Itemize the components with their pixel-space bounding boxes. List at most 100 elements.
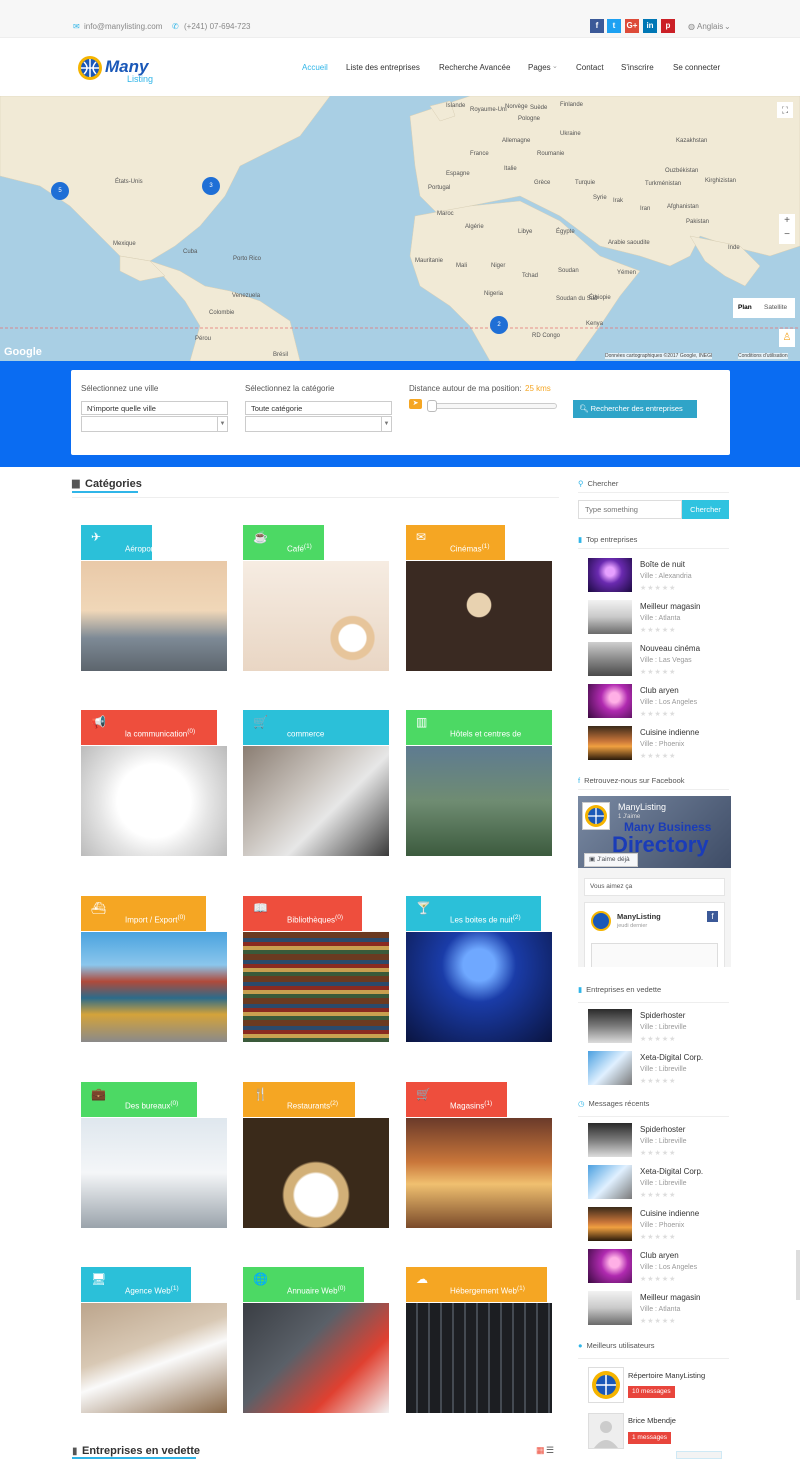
business-name[interactable]: Cuisine indienne (640, 1209, 699, 1218)
grid-view-icon[interactable]: ▦ (536, 1445, 545, 1456)
business-name[interactable]: Club aryen (640, 1251, 679, 1260)
category-tab[interactable]: 📢 la communication(0) (81, 710, 217, 745)
facebook-icon[interactable]: f (590, 19, 604, 33)
category-image[interactable] (406, 1303, 552, 1413)
category-image[interactable] (406, 561, 552, 671)
search-businesses-button[interactable]: 🔍︎ Rechercher des entreprises (573, 400, 697, 418)
map-type-satellite[interactable]: Satellite (764, 298, 787, 318)
category-image[interactable] (406, 746, 552, 856)
category-tab[interactable]: 🌐 Annuaire Web(0) (243, 1267, 364, 1302)
business-name[interactable]: Meilleur magasin (640, 602, 700, 611)
category-card[interactable]: 🖥 Agence Web(1) (81, 1267, 227, 1413)
business-name[interactable]: Boîte de nuit (640, 560, 685, 569)
business-item[interactable]: Meilleur magasin Ville : Atlanta ★★★★★ (588, 1291, 729, 1329)
category-image[interactable] (81, 932, 227, 1042)
business-item[interactable]: Club aryen Ville : Los Angeles ★★★★★ (588, 1249, 729, 1287)
map[interactable]: Islande Royaume-Uni Norvège Suède Finlan… (0, 96, 800, 361)
category-select[interactable]: Toute catégorie (245, 401, 392, 415)
category-image[interactable] (81, 746, 227, 856)
business-name[interactable]: Meilleur magasin (640, 1293, 700, 1302)
linkedin-icon[interactable]: in (643, 19, 657, 33)
nav-login[interactable]: Se connecter (673, 63, 720, 72)
business-item[interactable]: Club aryen Ville : Los Angeles ★★★★★ (588, 684, 729, 722)
category-image[interactable] (243, 1118, 389, 1228)
category-tab[interactable]: ☕ Café(1) (243, 525, 324, 560)
category-card[interactable]: ⛴ Import / Export(0) (81, 896, 227, 1042)
category-image[interactable] (406, 932, 552, 1042)
category-image[interactable] (81, 561, 227, 671)
category-card[interactable]: 🛒 Magasins(1) (406, 1082, 552, 1228)
category-card[interactable]: 🍴 Restaurants(2) (243, 1082, 389, 1228)
business-thumbnail[interactable] (588, 684, 632, 718)
category-image[interactable] (243, 1303, 389, 1413)
category-card[interactable]: 🛒 commerce (243, 710, 389, 856)
business-thumbnail[interactable] (588, 1009, 632, 1043)
business-item[interactable]: Cuisine indienne Ville : Phoenix ★★★★★ (588, 726, 729, 764)
category-image[interactable] (243, 932, 389, 1042)
category-image[interactable] (406, 1118, 552, 1228)
twitter-icon[interactable]: t (607, 19, 621, 33)
category-card[interactable]: 💼 Des bureaux(0) (81, 1082, 227, 1228)
fullscreen-icon[interactable]: ⛶ (777, 102, 793, 118)
city-select-dropdown[interactable]: ▼ (81, 416, 228, 432)
business-item[interactable]: Cuisine indienne Ville : Phoenix ★★★★★ (588, 1207, 729, 1245)
sidebar-search-input[interactable] (578, 500, 682, 519)
category-tab[interactable]: ⛴ Import / Export(0) (81, 896, 206, 931)
category-image[interactable] (243, 561, 389, 671)
distance-slider[interactable] (427, 400, 557, 412)
zoom-control[interactable]: + − (779, 214, 795, 244)
business-item[interactable]: Boîte de nuit Ville : Alexandria ★★★★★ (588, 558, 729, 596)
category-card[interactable]: ▥ Hôtels et centres de (406, 710, 552, 856)
nav-pages[interactable]: Pages (528, 63, 551, 72)
nav-contact[interactable]: Contact (576, 63, 604, 72)
category-tab[interactable]: ☁ Hébergement Web(1) (406, 1267, 547, 1302)
fb-like-button[interactable]: ▣ J'aime déjà (584, 853, 638, 867)
business-thumbnail[interactable] (588, 1051, 632, 1085)
user-name[interactable]: Brice Mbendje (628, 1416, 676, 1425)
map-cluster[interactable]: 3 (202, 177, 220, 195)
category-image[interactable] (81, 1303, 227, 1413)
business-thumbnail[interactable] (588, 1249, 632, 1283)
language-select[interactable]: Anglais (697, 22, 723, 31)
business-thumbnail[interactable] (588, 1123, 632, 1157)
google-plus-icon[interactable]: G+ (625, 19, 639, 33)
category-select-dropdown[interactable]: ▼ (245, 416, 392, 432)
facebook-widget[interactable]: ManyListing 1 J'aime Many Business Direc… (578, 796, 731, 967)
business-item[interactable]: Nouveau cinéma Ville : Las Vegas ★★★★★ (588, 642, 729, 680)
category-card[interactable]: 🍸 Les boites de nuit(2) (406, 896, 552, 1042)
category-tab[interactable]: 🍴 Restaurants(2) (243, 1082, 355, 1117)
business-item[interactable]: Meilleur magasin Ville : Atlanta ★★★★★ (588, 600, 729, 638)
business-thumbnail[interactable] (588, 642, 632, 676)
category-card[interactable]: 🌐 Annuaire Web(0) (243, 1267, 389, 1413)
nav-business-list[interactable]: Liste des entreprises (346, 63, 420, 72)
category-tab[interactable]: 💼 Des bureaux(0) (81, 1082, 197, 1117)
category-card[interactable]: ☁ Hébergement Web(1) (406, 1267, 552, 1413)
city-select[interactable]: N'importe quelle ville (81, 401, 228, 415)
category-card[interactable]: ✈ Aéroport(1) (81, 525, 227, 671)
business-thumbnail[interactable] (588, 558, 632, 592)
map-cluster[interactable]: 5 (51, 182, 69, 200)
category-tab[interactable]: 🛒 commerce (243, 710, 389, 745)
sidebar-search-button[interactable]: Chercher (682, 500, 729, 519)
category-tab[interactable]: 🖥 Agence Web(1) (81, 1267, 191, 1302)
slider-handle[interactable] (427, 400, 437, 412)
business-name[interactable]: Xeta-Digital Corp. (640, 1053, 703, 1062)
category-tab[interactable]: 🛒 Magasins(1) (406, 1082, 507, 1117)
business-thumbnail[interactable] (588, 1165, 632, 1199)
pegman-icon[interactable]: ♙ (779, 329, 795, 347)
map-terms-link[interactable]: Conditions d'utilisation (738, 353, 788, 359)
business-thumbnail[interactable] (588, 1207, 632, 1241)
category-card[interactable]: 📢 la communication(0) (81, 710, 227, 856)
category-tab[interactable]: ✉ Cinémas(1) (406, 525, 505, 560)
business-name[interactable]: Spiderhoster (640, 1011, 685, 1020)
list-view-icon[interactable]: ☰ (546, 1445, 554, 1456)
category-tab[interactable]: 🍸 Les boites de nuit(2) (406, 896, 541, 931)
nav-register[interactable]: S'inscrire (621, 63, 654, 72)
nav-advanced-search[interactable]: Recherche Avancée (439, 63, 510, 72)
business-item[interactable]: Spiderhoster Ville : Libreville ★★★★★ (588, 1123, 729, 1161)
business-thumbnail[interactable] (588, 726, 632, 760)
business-name[interactable]: Spiderhoster (640, 1125, 685, 1134)
fb-page-name[interactable]: ManyListing (618, 802, 666, 812)
business-thumbnail[interactable] (588, 1291, 632, 1325)
map-cluster[interactable]: 2 (490, 316, 508, 334)
